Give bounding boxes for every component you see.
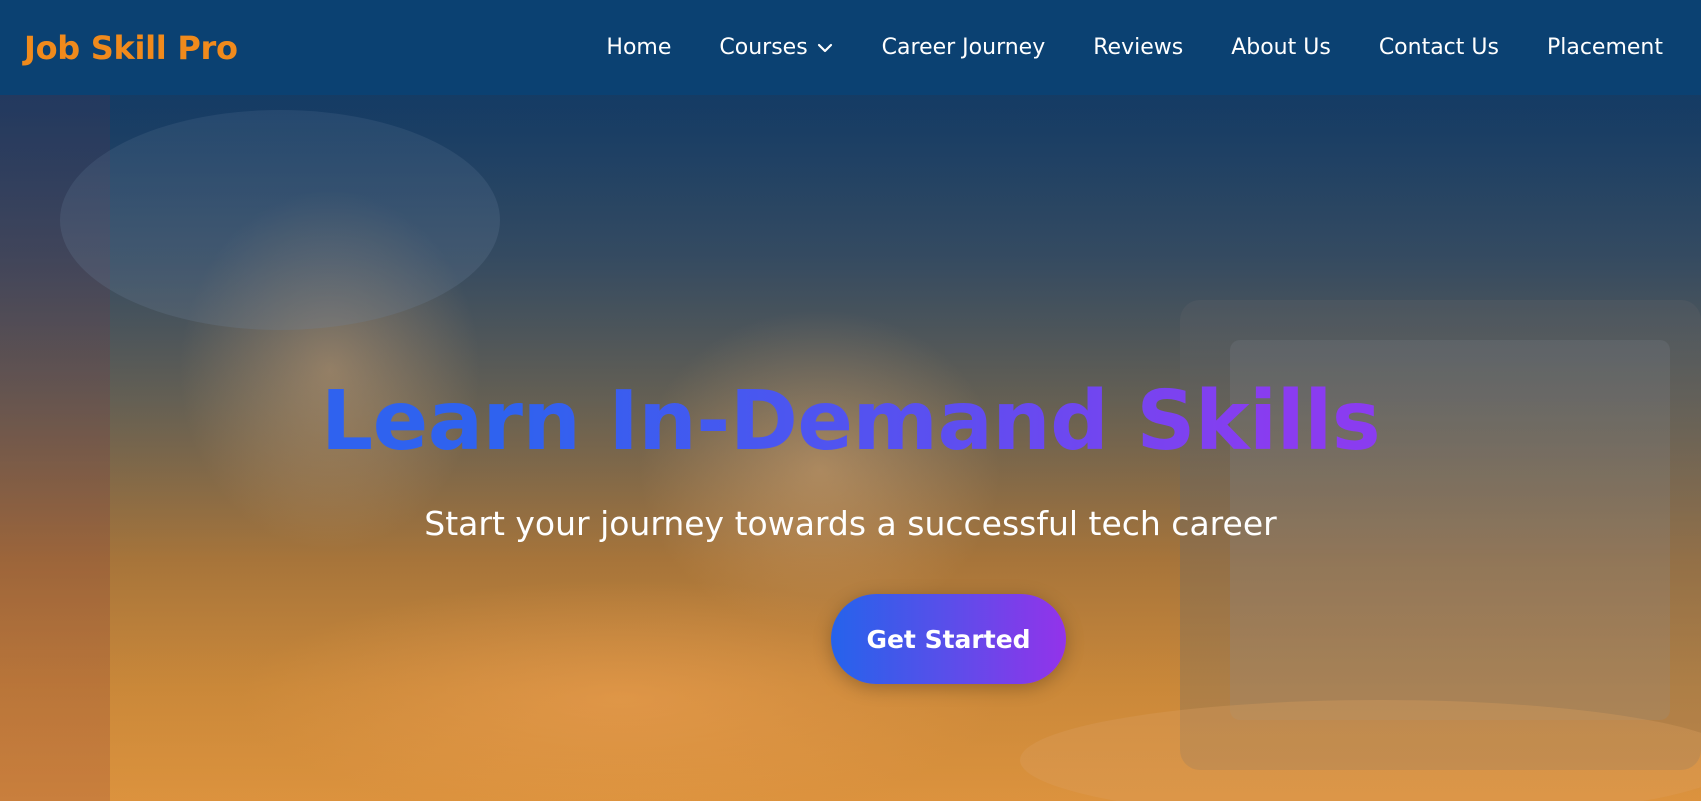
nav-link-home[interactable]: Home xyxy=(606,35,671,60)
top-navbar: Job Skill Pro Home Courses Career Journe… xyxy=(0,0,1701,95)
brand-logo[interactable]: Job Skill Pro xyxy=(24,29,238,67)
nav-link-reviews[interactable]: Reviews xyxy=(1093,35,1183,60)
nav-link-about-us[interactable]: About Us xyxy=(1231,35,1331,60)
nav-link-placement[interactable]: Placement xyxy=(1547,35,1663,60)
chevron-down-icon xyxy=(817,43,832,52)
nav-link-label: Career Journey xyxy=(881,35,1046,60)
nav-link-label: Reviews xyxy=(1093,35,1184,60)
nav-link-contact-us[interactable]: Contact Us xyxy=(1379,35,1499,60)
nav-link-label: Contact Us xyxy=(1378,35,1499,60)
nav-link-label: Courses xyxy=(719,35,808,60)
hero-subtitle: Start your journey towards a successful … xyxy=(424,504,1277,543)
get-started-button[interactable]: Get Started xyxy=(831,594,1066,684)
nav-link-label: Placement xyxy=(1546,35,1663,60)
nav-links: Home Courses Career Journey Reviews Abou… xyxy=(558,35,1663,60)
nav-link-courses-dropdown[interactable]: Courses xyxy=(719,35,833,60)
nav-link-career-journey[interactable]: Career Journey xyxy=(882,35,1046,60)
nav-link-label: About Us xyxy=(1231,35,1331,60)
page: Job Skill Pro Home Courses Career Journe… xyxy=(0,0,1701,801)
hero-title: Learn In-Demand Skills xyxy=(0,372,1701,472)
nav-link-label: Home xyxy=(606,35,672,60)
